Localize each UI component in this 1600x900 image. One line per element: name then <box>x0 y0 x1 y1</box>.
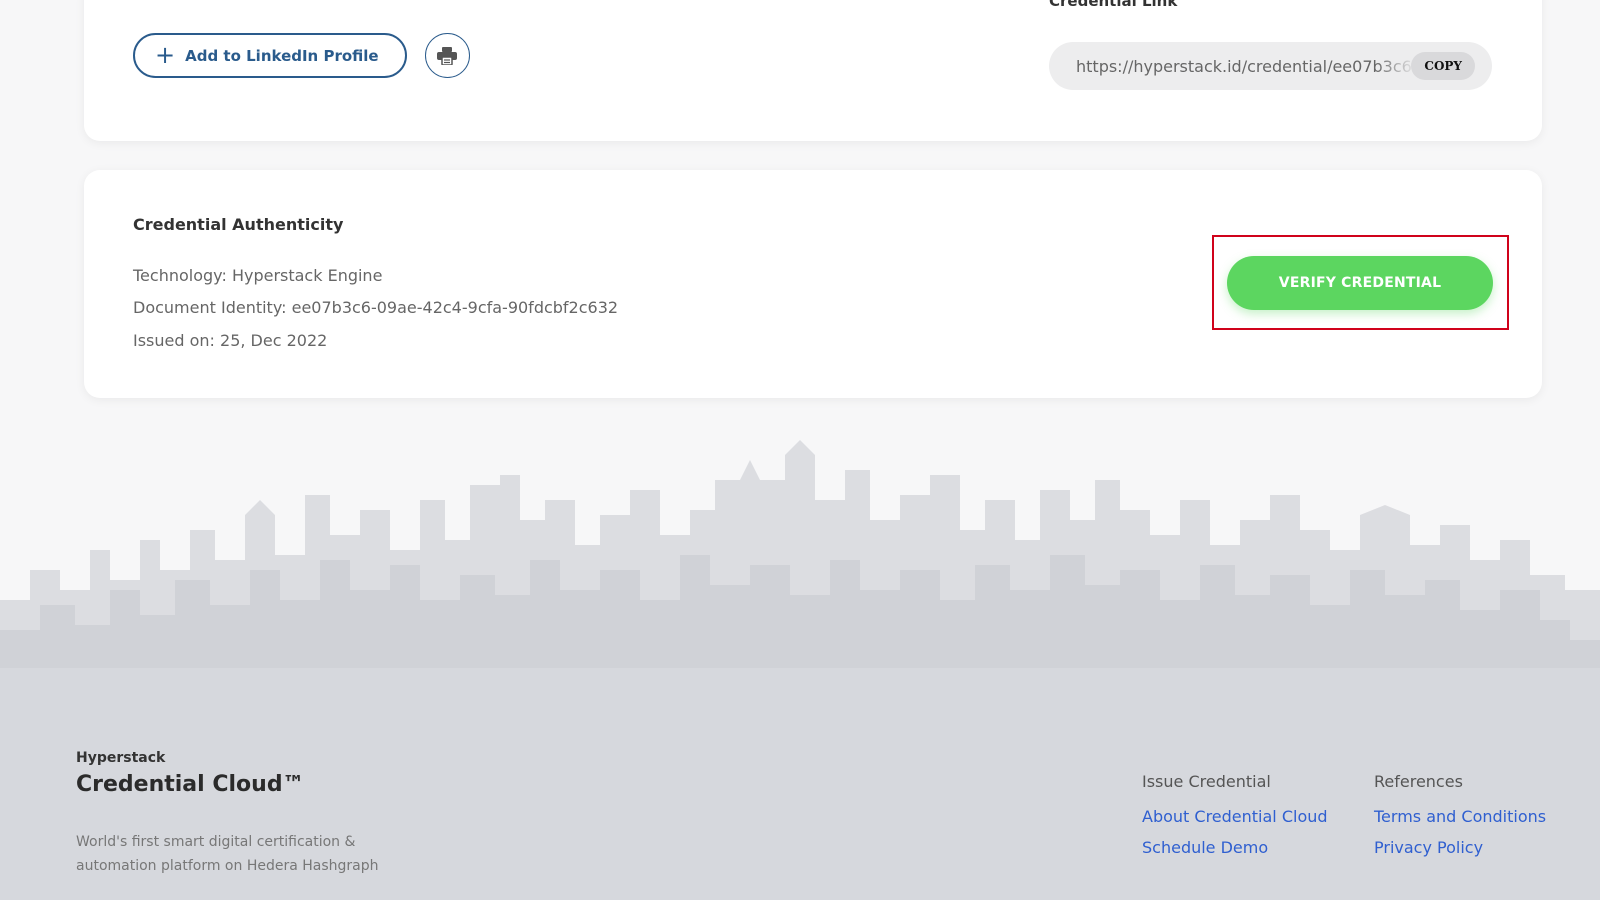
footer: Hyperstack Credential Cloud™ World's fir… <box>0 668 1600 900</box>
credential-link-url[interactable]: https://hyperstack.id/credential/ee07b3c… <box>1076 57 1416 76</box>
document-identity-text: Document Identity: ee07b3c6-09ae-42c4-9c… <box>133 298 619 317</box>
share-actions: + Add to LinkedIn Profile <box>133 33 470 78</box>
add-to-linkedin-label: Add to LinkedIn Profile <box>185 46 379 65</box>
authenticity-title: Credential Authenticity <box>133 215 344 234</box>
issued-on-text: Issued on: 25, Dec 2022 <box>133 331 328 350</box>
authenticity-card: Credential Authenticity Technology: Hype… <box>84 170 1542 398</box>
footer-brand-title: Credential Cloud™ <box>76 772 305 797</box>
credential-link-label: Credential Link <box>1049 0 1178 10</box>
copy-button[interactable]: COPY <box>1411 52 1475 80</box>
share-card: + Add to LinkedIn Profile Credential Lin… <box>84 0 1542 141</box>
footer-column-heading: References <box>1374 772 1463 791</box>
footer-tagline: World's first smart digital certificatio… <box>76 834 379 874</box>
add-to-linkedin-button[interactable]: + Add to LinkedIn Profile <box>133 33 407 78</box>
footer-brand-small: Hyperstack <box>76 750 166 766</box>
verify-credential-button[interactable]: VERIFY CREDENTIAL <box>1227 256 1493 310</box>
footer-column-references: References Terms and Conditions Privacy … <box>1374 772 1546 869</box>
credential-link-field[interactable]: https://hyperstack.id/credential/ee07b3c… <box>1049 42 1492 90</box>
city-skyline-illustration <box>0 440 1600 670</box>
about-credential-cloud-link[interactable]: About Credential Cloud <box>1142 807 1328 826</box>
schedule-demo-link[interactable]: Schedule Demo <box>1142 838 1328 857</box>
footer-column-heading: Issue Credential <box>1142 772 1271 791</box>
printer-icon <box>437 46 458 65</box>
footer-column-issue-credential: Issue Credential About Credential Cloud … <box>1142 772 1328 869</box>
technology-text: Technology: Hyperstack Engine <box>133 266 383 285</box>
plus-icon: + <box>155 40 176 69</box>
print-button[interactable] <box>424 33 470 78</box>
terms-and-conditions-link[interactable]: Terms and Conditions <box>1374 807 1546 826</box>
privacy-policy-link[interactable]: Privacy Policy <box>1374 838 1546 857</box>
